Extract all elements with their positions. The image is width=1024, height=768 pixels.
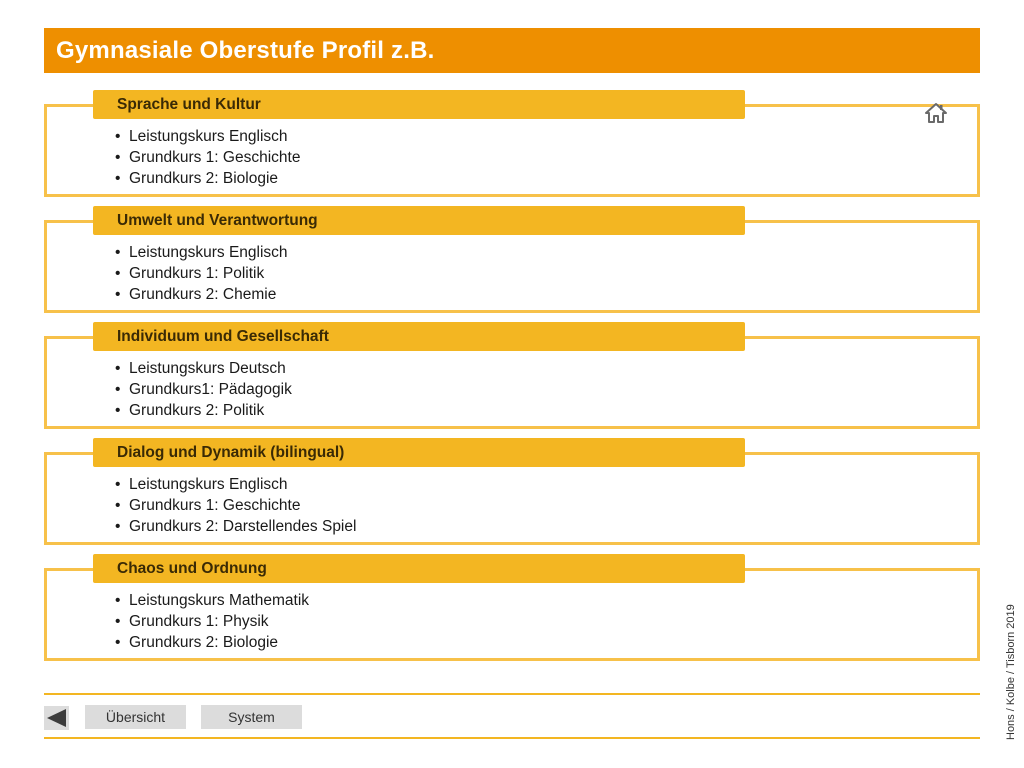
- profile-title: Umwelt und Verantwortung: [117, 211, 318, 229]
- footer-rule-bottom: [44, 737, 980, 739]
- page-title: Gymnasiale Oberstufe Profil z.B.: [56, 36, 435, 64]
- profile-title: Chaos und Ordnung: [117, 559, 267, 577]
- list-item: • Grundkurs 1: Physik: [115, 612, 269, 630]
- course-list: • Leistungskurs Englisch • Grundkurs 1: Ge…: [115, 475, 356, 537]
- profile-title: Sprache und Kultur: [117, 95, 261, 113]
- system-button[interactable]: System: [201, 705, 302, 729]
- profile-header: Umwelt und Verantwortung: [93, 206, 745, 235]
- list-item: • Leistungskurs Englisch: [115, 244, 288, 261]
- list-item: • Leistungskurs Englisch: [115, 128, 288, 145]
- overview-button[interactable]: Übersicht: [85, 705, 186, 729]
- course-list: • Leistungskurs Deutsch • Grundkurs1: Päda…: [115, 359, 292, 421]
- profile-header: Chaos und Ordnung: [93, 554, 745, 583]
- list-item: • Grundkurs1: Pädagogik: [115, 380, 292, 398]
- back-arrow-icon: [47, 709, 66, 727]
- home-icon[interactable]: [925, 102, 947, 124]
- list-item: • Leistungskurs Mathematik: [115, 592, 310, 609]
- title-bar: Gymnasiale Oberstufe Profil z.B.: [44, 28, 980, 73]
- list-item: • Grundkurs 2: Politik: [115, 401, 265, 419]
- list-item: • Grundkurs 2: Darstellendes Spiel: [115, 517, 357, 535]
- course-list: • Leistungskurs Englisch • Grundkurs 1: Po…: [115, 243, 288, 305]
- back-button[interactable]: [44, 706, 69, 730]
- list-item: • Grundkurs 2: Chemie: [115, 285, 277, 303]
- list-item: • Grundkurs 1: Geschichte: [115, 496, 301, 514]
- list-item: • Grundkurs 1: Geschichte: [115, 148, 301, 166]
- list-item: • Leistungskurs Englisch: [115, 476, 288, 493]
- footer-rule-top: [44, 693, 980, 695]
- course-list: • Leistungskurs Mathematik • Grundkurs 1: …: [115, 591, 309, 653]
- profile-title: Individuum und Gesellschaft: [117, 327, 329, 345]
- list-item: • Grundkurs 2: Biologie: [115, 169, 279, 187]
- list-item: • Grundkurs 2: Biologie: [115, 633, 279, 651]
- profile-header: Dialog und Dynamik (bilingual): [93, 438, 745, 467]
- list-item: • Grundkurs 1: Politik: [115, 264, 265, 282]
- list-item: • Leistungskurs Deutsch: [115, 360, 286, 377]
- course-list: • Leistungskurs Englisch • Grundkurs 1: Ge…: [115, 127, 300, 189]
- profile-title: Dialog und Dynamik (bilingual): [117, 443, 345, 461]
- profile-header: Sprache und Kultur: [93, 90, 745, 119]
- profile-header: Individuum und Gesellschaft: [93, 322, 745, 351]
- author-credit: Hons / Kolbe / Tisborn 2019: [1005, 604, 1017, 740]
